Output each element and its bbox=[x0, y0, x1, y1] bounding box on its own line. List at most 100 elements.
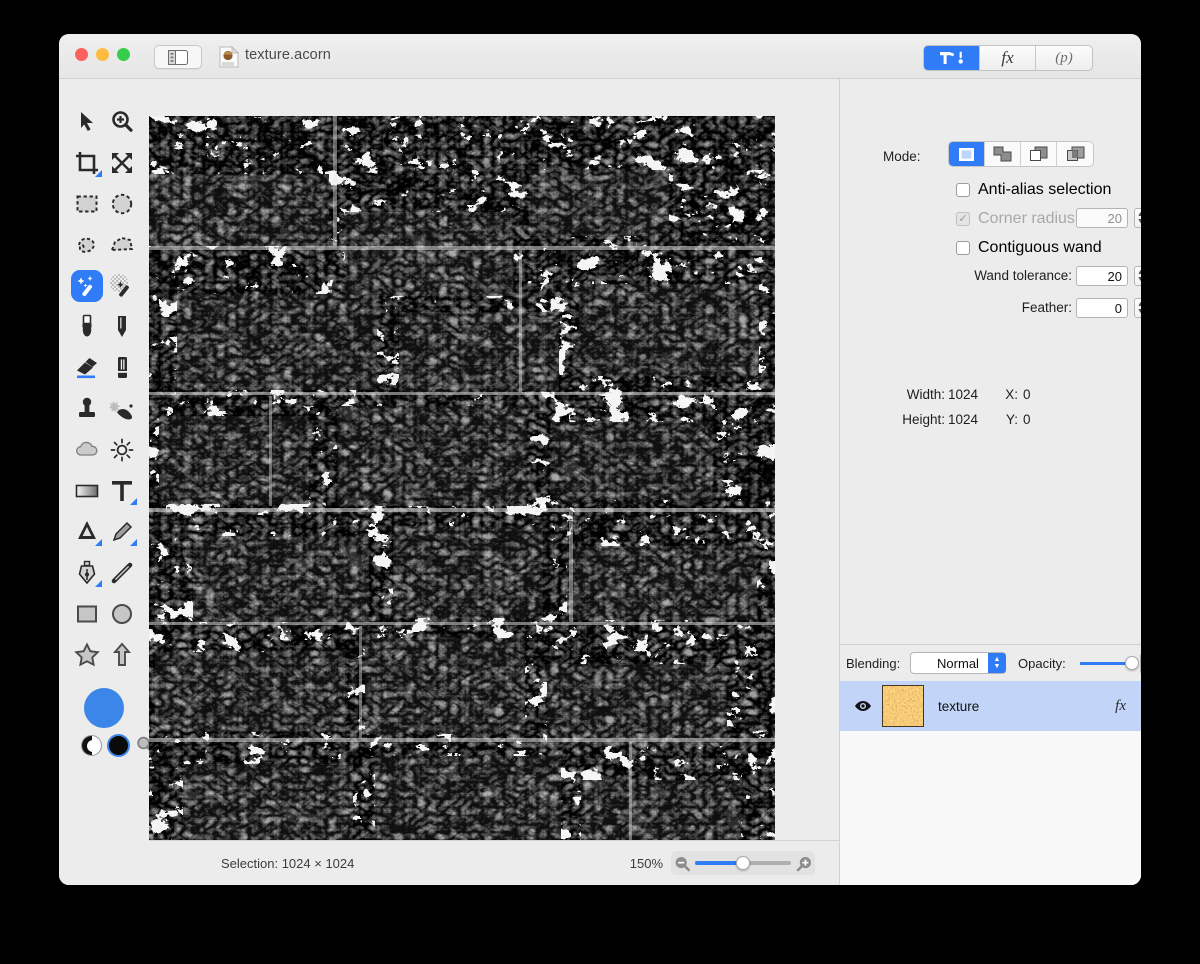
anti-alias-selection-label: Anti-alias selection bbox=[978, 181, 1112, 198]
fx-icon: fx bbox=[1001, 48, 1014, 67]
bezier-pen-tool[interactable] bbox=[69, 552, 104, 593]
foreground-color-swatch[interactable] bbox=[84, 688, 124, 728]
x-label: X: bbox=[1005, 387, 1018, 402]
gradient-tool[interactable] bbox=[69, 470, 104, 511]
marquee-rect-icon bbox=[76, 195, 97, 212]
marker-icon bbox=[117, 356, 127, 378]
zoom-in-button[interactable] bbox=[793, 852, 815, 874]
blending-label: Blending: bbox=[846, 656, 901, 671]
star-icon bbox=[73, 641, 100, 666]
crop-tool[interactable] bbox=[69, 142, 104, 183]
rectangular-select-tool[interactable] bbox=[69, 183, 104, 224]
elliptical-select-tool[interactable] bbox=[104, 183, 139, 224]
selection-mode-subtract[interactable] bbox=[1021, 142, 1057, 166]
selection-intersect-icon bbox=[1066, 146, 1084, 161]
image-canvas[interactable] bbox=[149, 116, 775, 885]
maximize-window-button[interactable] bbox=[117, 48, 130, 61]
tab-filters[interactable]: fx bbox=[980, 46, 1036, 70]
blur-tool[interactable] bbox=[69, 429, 104, 470]
layer-thumbnail[interactable] bbox=[882, 685, 924, 727]
lasso-tool[interactable] bbox=[69, 224, 104, 265]
marquee-ellipse-icon bbox=[111, 193, 132, 214]
inspector-panel: Mode: Anti-alias selection ✓ Corner radi… bbox=[839, 79, 1141, 885]
instant-alpha-tool[interactable] bbox=[104, 265, 139, 306]
selection-subtract-icon bbox=[1030, 146, 1048, 161]
arrow-shape-tool[interactable] bbox=[104, 634, 139, 675]
wand-tolerance-field[interactable]: 20 bbox=[1076, 266, 1128, 286]
tool-submenu-indicator bbox=[130, 539, 137, 546]
clone-stamp-tool[interactable] bbox=[69, 388, 104, 429]
opacity-label: Opacity: bbox=[1018, 656, 1066, 671]
stepper-up-arrow[interactable]: ▲ bbox=[1137, 301, 1141, 308]
eraser-icon bbox=[76, 357, 97, 378]
swap-colors-icon[interactable] bbox=[81, 735, 102, 756]
chevron-updown-icon[interactable]: ▲ ▼ bbox=[988, 653, 1006, 673]
checkbox-box bbox=[956, 183, 970, 197]
wand-tolerance-stepper[interactable]: ▲ ▼ bbox=[1134, 266, 1141, 286]
canvas-area bbox=[149, 79, 839, 885]
eraser-tool[interactable] bbox=[69, 347, 104, 388]
transform-tool[interactable] bbox=[104, 142, 139, 183]
selection-new-icon bbox=[959, 147, 974, 161]
layer-name-label: texture bbox=[938, 698, 980, 714]
opacity-value-field[interactable]: 100% bbox=[1140, 653, 1141, 674]
selection-mode-add[interactable] bbox=[985, 142, 1021, 166]
rectangle-shape-tool[interactable] bbox=[69, 593, 104, 634]
texture-thumbnail-image bbox=[883, 686, 923, 726]
magic-wand-tool[interactable] bbox=[69, 265, 104, 306]
dodge-tool[interactable] bbox=[104, 429, 139, 470]
layer-row[interactable]: texture fx bbox=[840, 681, 1141, 731]
contiguous-wand-checkbox[interactable]: Contiguous wand bbox=[956, 239, 1102, 257]
wand-tolerance-label: Wand tolerance: bbox=[974, 268, 1072, 283]
polygon-select-tool[interactable] bbox=[104, 224, 139, 265]
selection-mode-intersect[interactable] bbox=[1057, 142, 1093, 166]
sidebar-toggle-button[interactable] bbox=[154, 45, 202, 69]
zoom-slider-thumb[interactable] bbox=[736, 856, 750, 870]
ellipse-shape-tool[interactable] bbox=[104, 593, 139, 634]
stepper-up-arrow[interactable]: ▲ bbox=[1137, 269, 1141, 276]
opacity-slider-thumb[interactable] bbox=[1125, 656, 1139, 670]
background-color-swatch[interactable] bbox=[107, 734, 130, 757]
y-label: Y: bbox=[1005, 412, 1018, 427]
cloud-blur-icon bbox=[75, 441, 97, 456]
smudge-tool[interactable] bbox=[104, 388, 139, 429]
selection-mode-group[interactable] bbox=[948, 141, 1094, 167]
blending-mode-value: Normal bbox=[937, 655, 979, 671]
close-window-button[interactable] bbox=[75, 48, 88, 61]
star-shape-tool[interactable] bbox=[69, 634, 104, 675]
pencil-tool[interactable] bbox=[104, 306, 139, 347]
marker-tool[interactable] bbox=[104, 347, 139, 388]
eye-icon[interactable] bbox=[854, 697, 872, 715]
paint-brush-tool[interactable] bbox=[69, 306, 104, 347]
minimize-window-button[interactable] bbox=[96, 48, 109, 61]
magnifier-plus-icon bbox=[111, 110, 133, 132]
document-title: texture.acorn bbox=[245, 47, 331, 63]
zoom-level-label: 150% bbox=[629, 856, 663, 871]
text-tool[interactable] bbox=[104, 470, 139, 511]
zoom-slider[interactable] bbox=[671, 851, 815, 875]
width-value: 1024 bbox=[948, 387, 979, 402]
burn-tool[interactable] bbox=[69, 511, 104, 552]
feather-stepper[interactable]: ▲ ▼ bbox=[1134, 298, 1141, 318]
tab-tool-options[interactable] bbox=[924, 46, 980, 70]
line-tool[interactable] bbox=[104, 552, 139, 593]
eyedropper-tool[interactable] bbox=[104, 511, 139, 552]
smudge-splatter-icon bbox=[108, 400, 133, 419]
stepper-down-arrow[interactable]: ▼ bbox=[1137, 308, 1141, 315]
acorn-window: texture.acorn fx (p) Selection: 1024 × 1… bbox=[59, 34, 1141, 885]
stepper-down-arrow: ▼ bbox=[1137, 218, 1141, 225]
stepper-down-arrow[interactable]: ▼ bbox=[1137, 276, 1141, 283]
layer-fx-badge[interactable]: fx bbox=[1115, 698, 1126, 715]
move-tool[interactable] bbox=[69, 101, 104, 142]
tab-palettes[interactable]: (p) bbox=[1036, 46, 1092, 70]
anti-alias-selection-checkbox[interactable]: Anti-alias selection bbox=[956, 181, 1111, 199]
zoom-tool[interactable] bbox=[104, 101, 139, 142]
layer-list[interactable]: texture fx bbox=[840, 681, 1141, 885]
zoom-out-button[interactable] bbox=[671, 852, 693, 874]
selection-mode-new[interactable] bbox=[949, 142, 985, 166]
inspector-tab-group[interactable]: fx (p) bbox=[923, 45, 1093, 71]
zoom-slider-track[interactable] bbox=[695, 856, 791, 870]
zoom-out-icon bbox=[675, 856, 690, 871]
clone-stamp-icon bbox=[78, 397, 95, 417]
feather-field[interactable]: 0 bbox=[1076, 298, 1128, 318]
